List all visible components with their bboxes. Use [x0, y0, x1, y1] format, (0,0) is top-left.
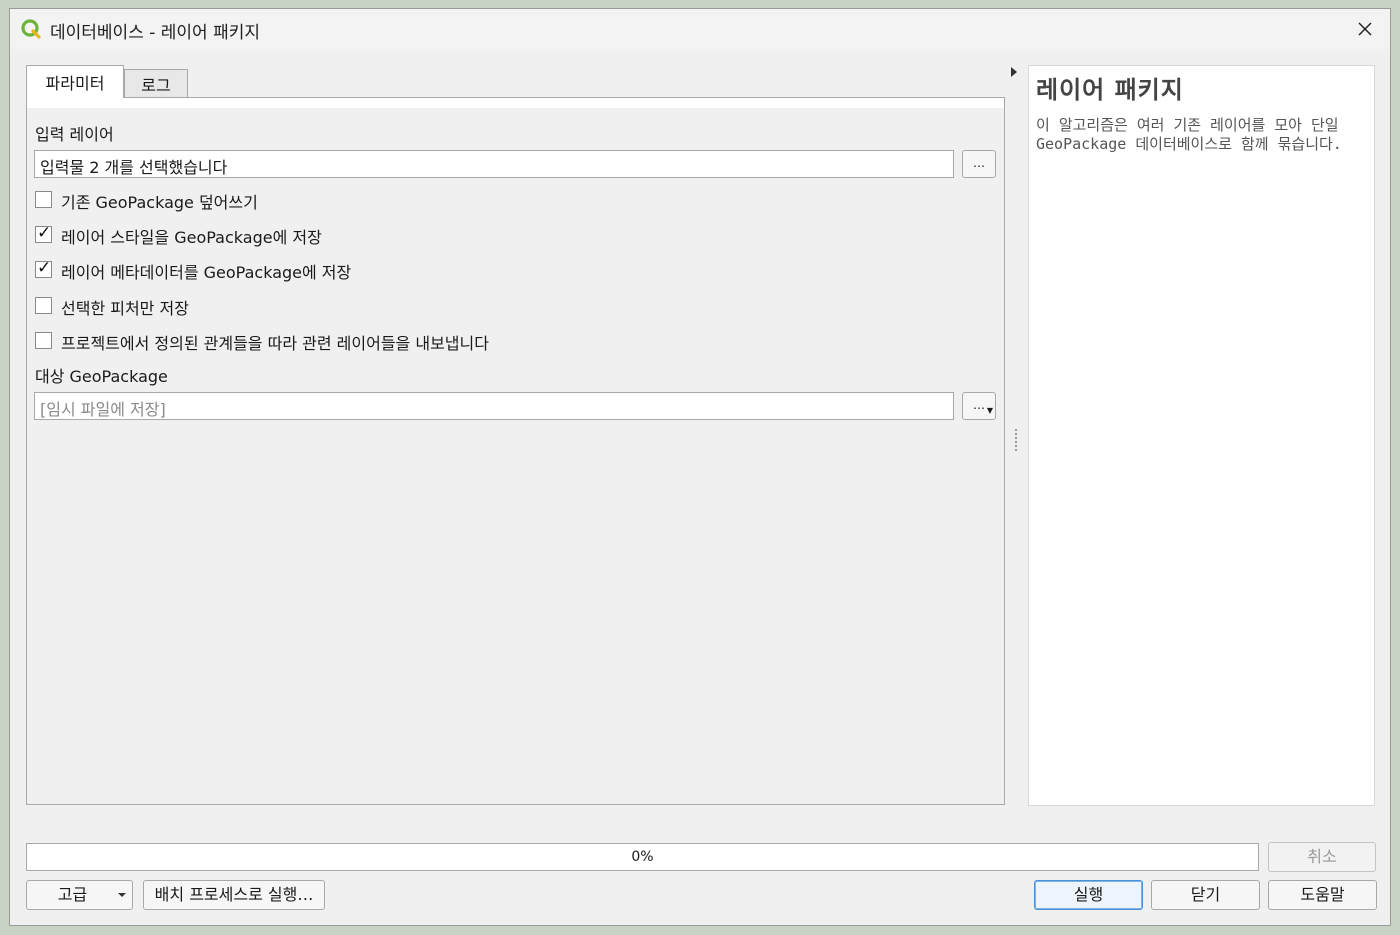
- tab-parameters[interactable]: 파라미터: [26, 65, 124, 98]
- window-title: 데이터베이스 - 레이어 패키지: [50, 23, 261, 43]
- close-icon: [1358, 22, 1372, 36]
- selected-only-label: 선택한 피처만 저장: [61, 299, 189, 318]
- chevron-down-icon: ▼: [986, 406, 993, 415]
- close-window-button[interactable]: [1348, 13, 1382, 45]
- overwrite-label: 기존 GeoPackage 덮어쓰기: [61, 193, 258, 212]
- run-as-batch-button[interactable]: 배치 프로세스로 실행…: [143, 880, 325, 910]
- save-metadata-label: 레이어 메타데이터를 GeoPackage에 저장: [61, 263, 352, 282]
- dialog-window: 데이터베이스 - 레이어 패키지 파라미터 로그 입력 레이어 입력물 2 개를…: [9, 8, 1391, 926]
- target-browse-label: …: [973, 398, 985, 412]
- panel-top-strip: [27, 98, 1004, 108]
- selected-only-checkbox[interactable]: [35, 297, 52, 314]
- input-layer-field[interactable]: 입력물 2 개를 선택했습니다: [34, 150, 954, 178]
- target-geopackage-field[interactable]: [임시 파일에 저장]: [34, 392, 954, 420]
- target-geopackage-label: 대상 GeoPackage: [35, 367, 168, 386]
- tab-log[interactable]: 로그: [124, 69, 188, 97]
- close-button[interactable]: 닫기: [1151, 880, 1260, 910]
- export-related-checkbox[interactable]: [35, 332, 52, 349]
- help-panel: 레이어 패키지 이 알고리즘은 여러 기존 레이어를 모아 단일 GeoPack…: [1028, 65, 1375, 806]
- help-button[interactable]: 도움말: [1268, 880, 1377, 910]
- save-styles-checkbox[interactable]: [35, 223, 52, 243]
- target-browse-button[interactable]: … ▼: [962, 392, 996, 420]
- title-bar: 데이터베이스 - 레이어 패키지: [10, 9, 1390, 49]
- progress-bar: 0%: [26, 843, 1259, 871]
- cancel-button[interactable]: 취소: [1268, 842, 1376, 872]
- chevron-down-icon: [118, 893, 126, 897]
- save-styles-label: 레이어 스타일을 GeoPackage에 저장: [61, 228, 322, 247]
- advanced-label: 고급: [57, 885, 88, 904]
- qgis-logo-icon: [21, 19, 41, 39]
- input-layer-label: 입력 레이어: [35, 125, 114, 144]
- export-related-label: 프로젝트에서 정의된 관계들을 따라 관련 레이어들을 내보냅니다: [61, 334, 489, 353]
- help-title: 레이어 패키지: [1036, 76, 1184, 104]
- advanced-dropdown-button[interactable]: 고급: [26, 880, 133, 910]
- run-button[interactable]: 실행: [1034, 880, 1143, 910]
- collapse-help-arrow-icon[interactable]: [1011, 67, 1017, 77]
- parameters-panel: 입력 레이어 입력물 2 개를 선택했습니다 … 기존 GeoPackage 덮…: [26, 97, 1005, 805]
- panel-splitter[interactable]: [1015, 429, 1019, 451]
- help-description: 이 알고리즘은 여러 기존 레이어를 모아 단일 GeoPackage 데이터베…: [1036, 116, 1342, 153]
- save-metadata-checkbox[interactable]: [35, 258, 52, 278]
- input-layer-browse-button[interactable]: …: [962, 150, 996, 178]
- overwrite-checkbox[interactable]: [35, 191, 52, 208]
